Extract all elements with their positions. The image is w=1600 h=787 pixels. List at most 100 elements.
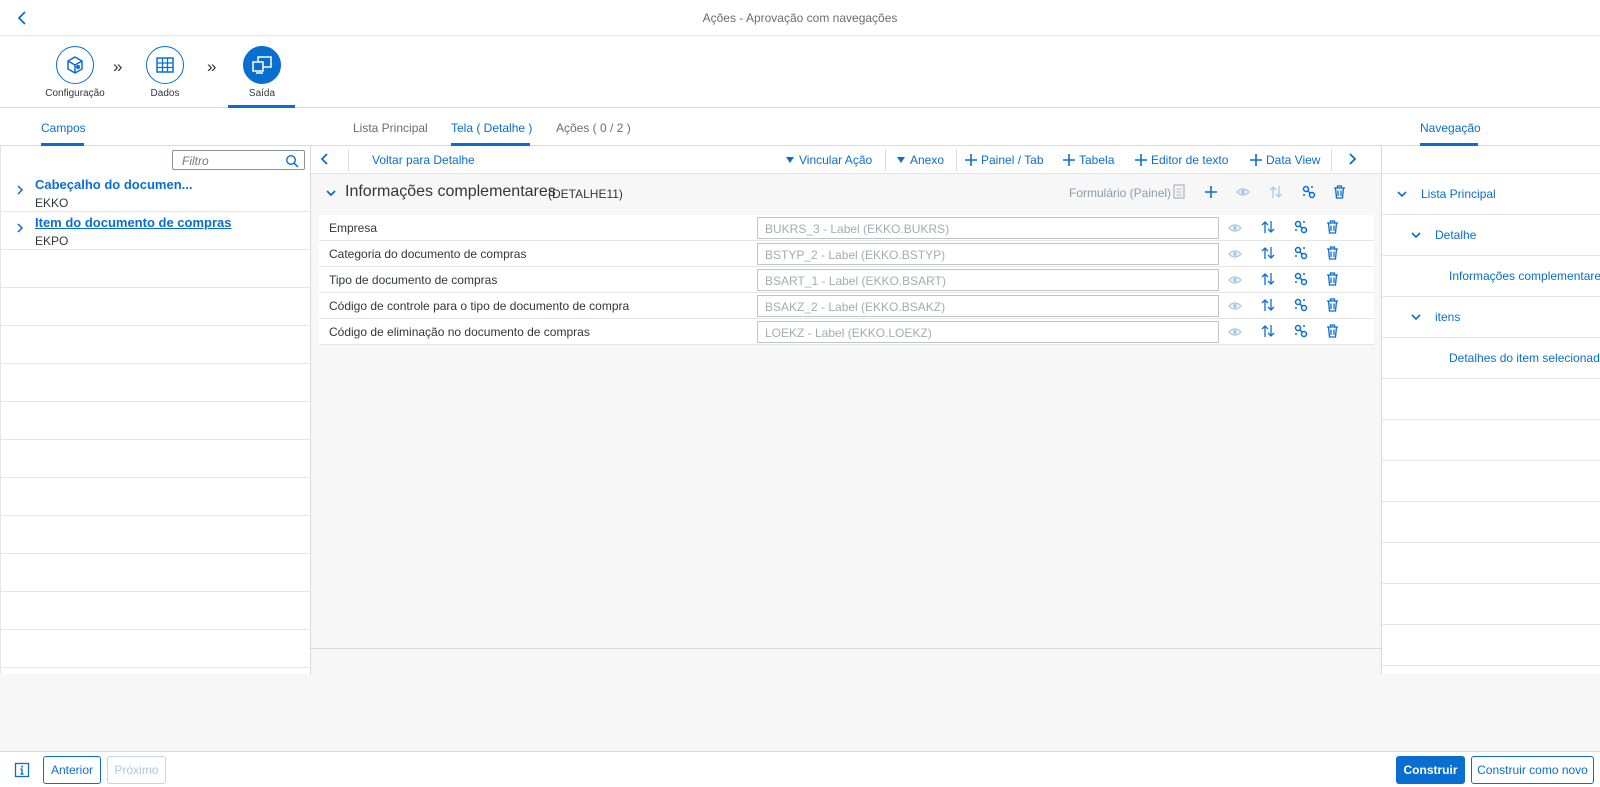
add-panel-tab-button[interactable]: Painel / Tab	[965, 153, 1044, 167]
panel-id: (DETALHE11)	[548, 187, 623, 201]
nav-item[interactable]: Lista Principal	[1382, 174, 1600, 215]
wizard-step-configuracao[interactable]: Configuração	[35, 46, 115, 99]
chevron-right-icon[interactable]	[15, 184, 25, 196]
sort-icon[interactable]	[1261, 220, 1275, 234]
list-item-title[interactable]: Item do documento de compras	[35, 215, 231, 230]
field-value-input[interactable]: BSTYP_2 - Label (EKKO.BSTYP)	[757, 243, 1219, 265]
nav-item-label[interactable]: Lista Principal	[1421, 187, 1496, 201]
eye-icon[interactable]	[1228, 222, 1242, 234]
toolbar-separator	[1331, 149, 1332, 171]
nav-item-label[interactable]: itens	[1435, 310, 1460, 324]
delete-icon[interactable]	[1326, 246, 1339, 260]
sort-icon[interactable]	[1261, 298, 1275, 312]
nav-item[interactable]: Detalhes do item selecionado	[1382, 338, 1600, 379]
delete-icon[interactable]	[1326, 324, 1339, 338]
chevron-down-icon[interactable]	[1410, 311, 1422, 323]
sort-icon[interactable]	[1261, 324, 1275, 338]
chevron-down-icon[interactable]	[325, 187, 337, 199]
chevron-down-icon[interactable]	[1396, 188, 1408, 200]
nav-item[interactable]: Detalhe	[1382, 215, 1600, 256]
add-text-editor-button[interactable]: Editor de texto	[1135, 153, 1228, 167]
nav-item-label[interactable]: Detalhe	[1435, 228, 1476, 242]
wizard-step-saida[interactable]: Saída	[222, 46, 302, 99]
table-grid-icon[interactable]	[146, 46, 184, 84]
eye-icon[interactable]	[1236, 186, 1250, 198]
build-button[interactable]: Construir	[1396, 756, 1465, 784]
chevron-down-icon[interactable]	[1410, 229, 1422, 241]
field-label: Tipo de documento de compras	[329, 273, 498, 287]
cube-settings-icon[interactable]	[56, 46, 94, 84]
nav-item-label[interactable]: Informações complementares	[1449, 269, 1600, 283]
back-to-detail-label: Voltar para Detalhe	[372, 153, 475, 167]
next-button[interactable]: Próximo	[107, 756, 166, 784]
chevron-right-icon[interactable]	[15, 222, 25, 234]
empty-row	[1, 630, 311, 668]
screen-toolbar: Voltar para Detalhe Vincular Ação Anexo …	[311, 146, 1381, 174]
list-item[interactable]: Cabeçalho do documen... EKKO	[1, 174, 311, 212]
field-row[interactable]: Categoria do documento de compras BSTYP_…	[319, 241, 1374, 267]
eye-icon[interactable]	[1228, 274, 1242, 286]
eye-icon[interactable]	[1228, 248, 1242, 260]
empty-row	[1, 440, 311, 478]
build-as-new-button[interactable]: Construir como novo	[1471, 756, 1594, 784]
delete-icon[interactable]	[1326, 298, 1339, 312]
delete-icon[interactable]	[1326, 220, 1339, 234]
chevron-right-icon[interactable]	[1346, 152, 1358, 166]
nav-item-label[interactable]: Detalhes do item selecionado	[1449, 351, 1600, 365]
field-row[interactable]: Empresa BUKRS_3 - Label (EKKO.BUKRS)	[319, 215, 1374, 241]
chevron-left-icon[interactable]	[319, 152, 331, 166]
field-row[interactable]: Código de eliminação no documento de com…	[319, 319, 1374, 345]
add-icon	[1135, 154, 1147, 166]
eye-icon[interactable]	[1228, 300, 1242, 312]
empty-row	[1382, 461, 1600, 502]
settings-icon[interactable]	[1294, 220, 1308, 234]
add-table-button[interactable]: Tabela	[1063, 153, 1114, 167]
previous-button[interactable]: Anterior	[43, 756, 101, 784]
screen-editor: Informações complementares (DETALHE11) F…	[311, 174, 1381, 674]
add-icon[interactable]	[1204, 185, 1218, 199]
add-data-view-button[interactable]: Data View	[1250, 153, 1320, 167]
field-value-input[interactable]: BSAKZ_2 - Label (EKKO.BSAKZ)	[757, 295, 1219, 317]
sort-icon[interactable]	[1269, 185, 1283, 199]
nav-item[interactable]: Informações complementares	[1382, 256, 1600, 297]
empty-row	[1, 288, 311, 326]
wizard-step-dados[interactable]: Dados	[125, 46, 205, 99]
delete-icon[interactable]	[1333, 185, 1346, 199]
field-value-input[interactable]: BUKRS_3 - Label (EKKO.BUKRS)	[757, 217, 1219, 239]
filter-placeholder: Filtro	[182, 154, 209, 168]
empty-row	[1382, 420, 1600, 461]
sort-icon[interactable]	[1261, 272, 1275, 286]
add-table-label: Tabela	[1079, 153, 1115, 167]
field-value-input[interactable]: LOEKZ - Label (EKKO.LOEKZ)	[757, 321, 1219, 343]
triangle-down-icon	[897, 157, 905, 163]
field-label: Código de controle para o tipo de docume…	[329, 299, 630, 313]
list-item-title[interactable]: Cabeçalho do documen...	[35, 177, 192, 192]
attachment-button[interactable]: Anexo	[896, 153, 944, 167]
tab-campos[interactable]: Campos	[41, 121, 86, 135]
tab-tela-detalhe[interactable]: Tela ( Detalhe )	[451, 121, 532, 135]
eye-icon[interactable]	[1228, 326, 1242, 338]
sort-icon[interactable]	[1261, 246, 1275, 260]
settings-icon[interactable]	[1294, 324, 1308, 338]
tab-acoes[interactable]: Ações ( 0 / 2 )	[556, 121, 631, 135]
back-to-detail-button[interactable]: Voltar para Detalhe	[372, 153, 475, 167]
delete-icon[interactable]	[1326, 272, 1339, 286]
info-icon[interactable]	[14, 762, 30, 778]
field-value-input[interactable]: BSART_1 - Label (EKKO.BSART)	[757, 269, 1219, 291]
link-action-button[interactable]: Vincular Ação	[785, 153, 872, 167]
filter-input[interactable]: Filtro	[172, 150, 305, 170]
settings-icon[interactable]	[1302, 185, 1316, 199]
settings-icon[interactable]	[1294, 272, 1308, 286]
add-text-editor-label: Editor de texto	[1151, 153, 1229, 167]
search-icon[interactable]	[285, 154, 299, 168]
nav-item[interactable]: itens	[1382, 297, 1600, 338]
tab-navegacao[interactable]: Navegação	[1420, 121, 1481, 135]
settings-icon[interactable]	[1294, 298, 1308, 312]
tab-lista-principal[interactable]: Lista Principal	[353, 121, 428, 135]
settings-icon[interactable]	[1294, 246, 1308, 260]
empty-row	[1, 592, 311, 630]
field-row[interactable]: Tipo de documento de compras BSART_1 - L…	[319, 267, 1374, 293]
field-row[interactable]: Código de controle para o tipo de docume…	[319, 293, 1374, 319]
screen-output-icon[interactable]	[243, 46, 281, 84]
list-item[interactable]: Item do documento de compras EKPO	[1, 212, 311, 250]
